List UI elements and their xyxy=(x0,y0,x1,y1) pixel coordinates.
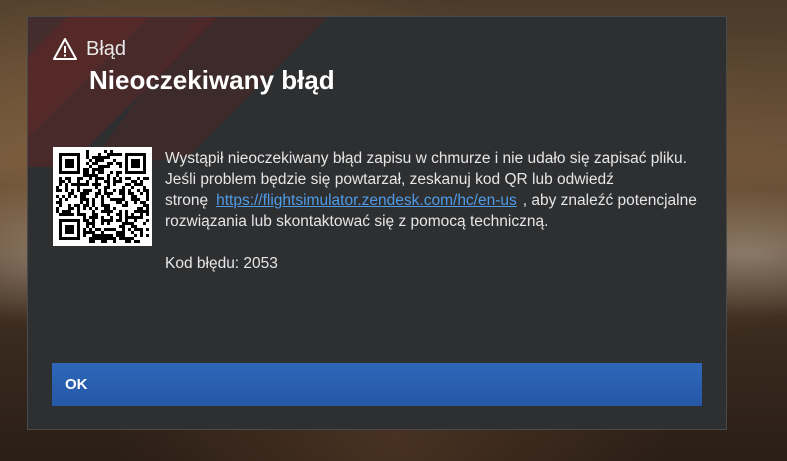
error-code: Kod błędu: 2053 xyxy=(165,255,278,272)
qr-code xyxy=(53,147,152,246)
dialog-header: Błąd Nieoczekiwany błąd xyxy=(52,37,335,96)
dialog-title: Nieoczekiwany błąd xyxy=(89,65,335,95)
error-dialog: Błąd Nieoczekiwany błąd Wystąpił nieocze… xyxy=(27,16,727,430)
ok-button[interactable]: OK xyxy=(52,363,702,406)
message-line-1: Wystąpił nieoczekiwany błąd zapisu w chm… xyxy=(165,150,687,167)
dialog-category: Błąd xyxy=(86,37,127,60)
error-message: Wystąpił nieoczekiwany błąd zapisu w chm… xyxy=(165,148,710,274)
support-link[interactable]: https://flightsimulator.zendesk.com/hc/e… xyxy=(216,192,517,209)
warning-triangle-icon xyxy=(52,37,78,61)
message-line-2: Jeśli problem będzie się powtarzał, zesk… xyxy=(165,169,710,232)
